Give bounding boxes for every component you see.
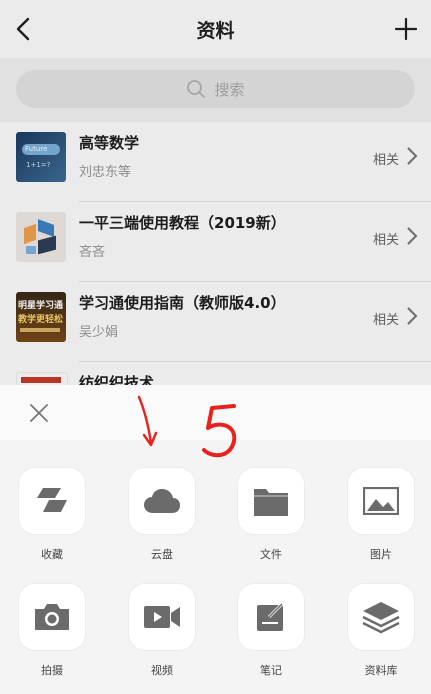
option-label: 图片 (370, 548, 392, 561)
library-icon (362, 602, 400, 634)
cloud-icon (144, 489, 180, 513)
option-video[interactable]: 视频 (107, 584, 217, 678)
handwritten-five-icon (202, 404, 237, 458)
option-folder[interactable]: 文件 (216, 468, 326, 562)
option-note[interactable]: 笔记 (216, 584, 326, 678)
option-label: 文件 (260, 548, 282, 561)
arrow-annotation-icon (137, 395, 158, 447)
favorite-tile[interactable] (19, 468, 85, 534)
video-tile[interactable] (129, 584, 195, 650)
option-label: 收藏 (41, 548, 63, 561)
image-icon (363, 487, 399, 515)
close-icon[interactable] (28, 402, 50, 424)
dim-overlay[interactable] (0, 0, 431, 385)
library-tile[interactable] (348, 584, 414, 650)
step-number-annotation (200, 398, 244, 462)
option-label: 拍摄 (41, 664, 63, 677)
option-label: 资料库 (364, 664, 398, 677)
option-favorite[interactable]: 收藏 (0, 468, 107, 562)
folder-icon (254, 489, 288, 516)
screen: 资料 搜索 Future 1+1=? 高等数学 刘忠东等 相关 一平三端使用教程… (0, 0, 431, 694)
favorite-icon (37, 488, 67, 512)
option-label: 笔记 (260, 664, 282, 677)
option-label: 视频 (151, 664, 173, 677)
option-cloud[interactable]: 云盘 (107, 468, 217, 562)
cloud-tile[interactable] (129, 468, 195, 534)
camera-icon (35, 604, 69, 630)
option-label: 云盘 (151, 548, 173, 561)
note-icon (257, 602, 284, 631)
option-image[interactable]: 图片 (326, 468, 431, 562)
option-camera[interactable]: 拍摄 (0, 584, 107, 678)
option-library[interactable]: 资料库 (326, 584, 431, 678)
camera-tile[interactable] (19, 584, 85, 650)
image-tile[interactable] (348, 468, 414, 534)
note-tile[interactable] (238, 584, 304, 650)
video-icon (144, 606, 180, 628)
folder-tile[interactable] (238, 468, 304, 534)
